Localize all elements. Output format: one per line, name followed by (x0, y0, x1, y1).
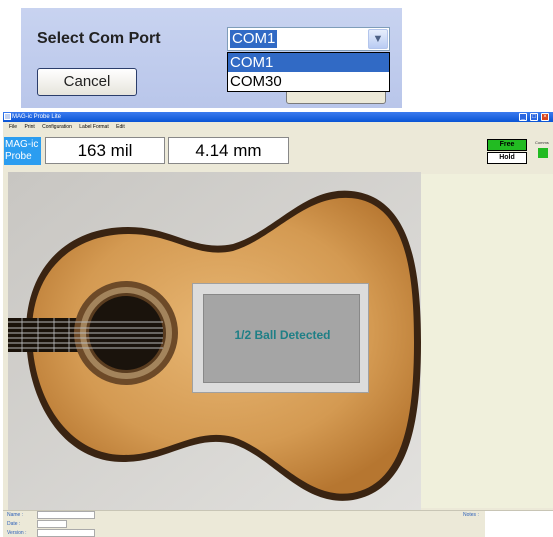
comms-label: Comms (535, 140, 549, 145)
maximize-icon[interactable]: □ (530, 113, 538, 121)
detection-overlay: 1/2 Ball Detected (192, 283, 369, 393)
name-label: Name : (7, 512, 24, 518)
date-label: Date : (7, 521, 21, 527)
screenshot-root: Select Com Port COM1 ▼ COM1 COM30 Cancel… (0, 0, 553, 537)
detection-message: 1/2 Ball Detected (234, 328, 331, 342)
com-port-dropdown-list: COM1 COM30 (227, 52, 390, 92)
reading-mil: 163 mil (45, 137, 165, 164)
logo-line-2: Probe (5, 151, 32, 162)
right-panel (420, 174, 553, 508)
info-footer: Name : Date : Version : Notes : (3, 510, 553, 537)
close-icon[interactable]: × (541, 113, 549, 121)
notes-label: Notes : (463, 512, 479, 518)
com-port-dialog: Select Com Port COM1 ▼ COM1 COM30 Cancel (21, 8, 402, 108)
title-bar: MAG-ic Probe Lite _ □ × (3, 112, 553, 122)
name-field[interactable] (37, 511, 95, 519)
magic-probe-logo: MAG-ic Probe (4, 137, 41, 165)
menu-configuration[interactable]: Configuration (42, 122, 72, 132)
com-port-combobox[interactable]: COM1 ▼ (227, 27, 390, 51)
date-field[interactable] (37, 520, 67, 528)
minimize-icon[interactable]: _ (519, 113, 527, 121)
notes-field[interactable] (485, 511, 553, 537)
menu-print[interactable]: Print (24, 122, 34, 132)
com-port-option[interactable]: COM1 (228, 53, 389, 72)
menu-label-format[interactable]: Label Format (79, 122, 108, 132)
free-button[interactable]: Free (487, 139, 527, 151)
com-port-option[interactable]: COM30 (228, 72, 389, 91)
menu-edit[interactable]: Edit (116, 122, 125, 132)
com-port-label: Select Com Port (37, 30, 161, 47)
chevron-down-icon[interactable]: ▼ (368, 29, 388, 49)
hold-button[interactable]: Hold (487, 152, 527, 164)
cancel-button[interactable]: Cancel (37, 68, 137, 96)
menu-bar: File Print Configuration Label Format Ed… (3, 122, 553, 132)
detection-box: 1/2 Ball Detected (203, 294, 360, 383)
combo-selected-value: COM1 (230, 30, 278, 48)
version-label: Version : (7, 530, 27, 536)
reading-mm: 4.14 mm (168, 137, 289, 164)
app-icon (4, 113, 11, 120)
version-field[interactable] (37, 529, 95, 537)
menu-file[interactable]: File (9, 122, 17, 132)
app-window: MAG-ic Probe Lite _ □ × File Print Confi… (3, 112, 553, 537)
comms-status-indicator (538, 148, 548, 158)
logo-line-1: MAG-ic (5, 139, 39, 150)
window-title: MAG-ic Probe Lite (12, 114, 62, 120)
